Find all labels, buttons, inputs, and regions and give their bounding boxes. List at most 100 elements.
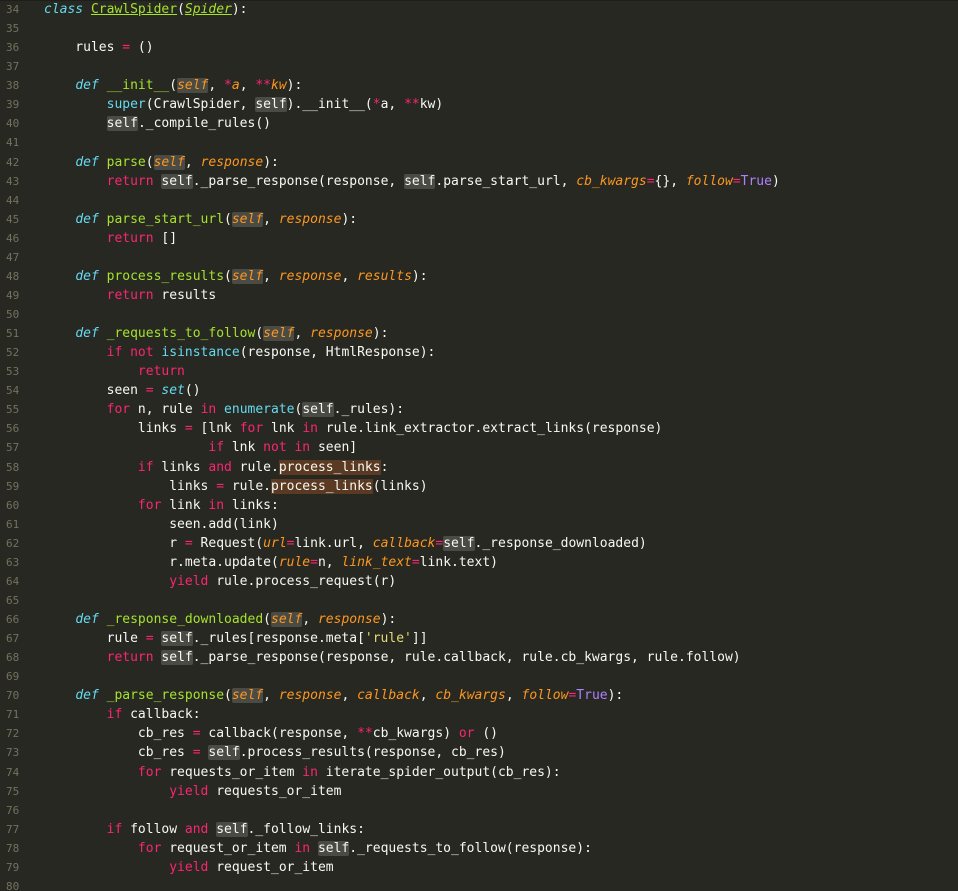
code-text[interactable]: def parse_start_url(self, response): bbox=[34, 211, 357, 227]
code-line[interactable]: 59 links = rule.process_links(links) bbox=[0, 477, 958, 496]
code-line[interactable]: 36 rules = () bbox=[0, 38, 958, 57]
code-line[interactable]: 51 def _requests_to_follow(self, respons… bbox=[0, 324, 958, 343]
code-text[interactable]: yield requests_or_item bbox=[34, 784, 341, 799]
code-line[interactable]: 50 bbox=[0, 305, 958, 324]
code-line[interactable]: 38 def __init__(self, *a, **kw): bbox=[0, 76, 958, 95]
line-number: 44 bbox=[6, 193, 20, 207]
code-line[interactable]: 69 bbox=[0, 667, 958, 686]
line-number: 58 bbox=[6, 460, 20, 474]
code-text[interactable]: for n, rule in enumerate(self._rules): bbox=[34, 402, 404, 418]
code-line[interactable]: 58 if links and rule.process_links: bbox=[0, 458, 958, 477]
line-number: 69 bbox=[6, 670, 20, 684]
code-line[interactable]: 79 yield request_or_item bbox=[0, 858, 958, 877]
code-line[interactable]: 41 bbox=[0, 133, 958, 152]
code-token: url bbox=[263, 535, 287, 551]
code-line[interactable]: 55 for n, rule in enumerate(self._rules)… bbox=[0, 400, 958, 419]
code-line[interactable]: 54 seen = set() bbox=[0, 381, 958, 400]
code-line[interactable]: 74 for requests_or_item in iterate_spide… bbox=[0, 763, 958, 782]
code-text[interactable]: self._compile_rules() bbox=[34, 116, 271, 132]
code-text[interactable]: r.meta.update(rule=n, link_text=link.tex… bbox=[34, 555, 498, 570]
code-line[interactable]: 39 super(CrawlSpider, self).__init__(*a,… bbox=[0, 95, 958, 114]
code-token: a bbox=[231, 78, 240, 94]
code-text[interactable]: seen = set() bbox=[34, 383, 201, 398]
code-line[interactable]: 76 bbox=[0, 801, 958, 820]
code-text[interactable]: cb_res = callback(response, **cb_kwargs)… bbox=[34, 726, 498, 741]
code-line[interactable]: 53 return bbox=[0, 362, 958, 381]
code-line[interactable]: 73 cb_res = self.process_results(respons… bbox=[0, 743, 958, 762]
code-text[interactable]: super(CrawlSpider, self).__init__(*a, **… bbox=[34, 97, 443, 113]
code-text[interactable]: if links and rule.process_links: bbox=[34, 459, 388, 475]
code-line[interactable]: 63 r.meta.update(rule=n, link_text=link.… bbox=[0, 553, 958, 572]
code-line[interactable]: 47 bbox=[0, 248, 958, 267]
code-line[interactable]: 75 yield requests_or_item bbox=[0, 782, 958, 801]
code-line[interactable]: 78 for request_or_item in self._requests… bbox=[0, 839, 958, 858]
code-text[interactable]: if not isinstance(response, HtmlResponse… bbox=[34, 345, 436, 360]
code-line[interactable]: 44 bbox=[0, 191, 958, 210]
code-line[interactable]: 46 return [] bbox=[0, 229, 958, 248]
code-text[interactable]: r = Request(url=link.url, callback=self.… bbox=[34, 535, 647, 551]
code-line[interactable]: 61 seen.add(link) bbox=[0, 515, 958, 534]
code-text[interactable]: def __init__(self, *a, **kw): bbox=[34, 78, 302, 94]
code-text[interactable]: yield request_or_item bbox=[34, 859, 333, 875]
code-text[interactable]: return self._parse_response(response, ru… bbox=[34, 650, 741, 666]
code-line[interactable]: 45 def parse_start_url(self, response): bbox=[0, 210, 958, 229]
code-text[interactable]: def _requests_to_follow(self, response): bbox=[34, 326, 388, 342]
code-lines[interactable]: 34 class CrawlSpider(Spider): 35 36 rules =… bbox=[0, 0, 958, 891]
code-line[interactable]: 67 rule = self._rules[response.meta['rul… bbox=[0, 629, 958, 648]
code-token: yield bbox=[169, 859, 209, 875]
code-line[interactable]: 70 def _parse_response(self, response, c… bbox=[0, 686, 958, 705]
code-token: parse bbox=[106, 154, 146, 170]
code-token: self bbox=[177, 78, 209, 94]
code-line[interactable]: 62 r = Request(url=link.url, callback=se… bbox=[0, 534, 958, 553]
code-text[interactable]: for link in links: bbox=[34, 498, 279, 513]
code-text[interactable]: yield rule.process_request(r) bbox=[34, 574, 396, 589]
code-text[interactable]: def parse(self, response): bbox=[34, 154, 279, 170]
code-text[interactable]: class CrawlSpider(Spider): bbox=[34, 2, 248, 17]
code-text[interactable]: if callback: bbox=[34, 707, 201, 722]
code-line[interactable]: 77 if follow and self._follow_links: bbox=[0, 820, 958, 839]
code-token: self bbox=[443, 535, 475, 551]
code-line[interactable]: 65 bbox=[0, 591, 958, 610]
code-editor[interactable]: 34 class CrawlSpider(Spider): 35 36 rules =… bbox=[0, 0, 958, 891]
code-text[interactable]: rules = () bbox=[34, 40, 153, 55]
code-line[interactable]: 57 if lnk not in seen] bbox=[0, 438, 958, 457]
code-text[interactable]: return bbox=[34, 364, 185, 379]
code-line[interactable]: 60 for link in links: bbox=[0, 496, 958, 515]
code-line[interactable]: 52 if not isinstance(response, HtmlRespo… bbox=[0, 343, 958, 362]
code-line[interactable]: 48 def process_results(self, response, r… bbox=[0, 267, 958, 286]
code-line[interactable]: 68 return self._parse_response(response,… bbox=[0, 648, 958, 667]
code-line[interactable]: 40 self._compile_rules() bbox=[0, 114, 958, 133]
code-text[interactable]: seen.add(link) bbox=[34, 517, 279, 532]
code-line[interactable]: 34 class CrawlSpider(Spider): bbox=[0, 0, 958, 19]
code-text[interactable]: return [] bbox=[34, 231, 177, 246]
code-text[interactable]: return self._parse_response(response, se… bbox=[34, 173, 780, 189]
code-text[interactable]: for requests_or_item in iterate_spider_o… bbox=[34, 765, 561, 780]
code-text[interactable]: def process_results(self, response, resu… bbox=[34, 268, 428, 284]
code-line[interactable]: 37 bbox=[0, 57, 958, 76]
code-token: def bbox=[75, 688, 99, 704]
code-line[interactable]: 43 return self._parse_response(response,… bbox=[0, 172, 958, 191]
code-text[interactable]: return results bbox=[34, 288, 217, 303]
code-text[interactable]: for request_or_item in self._requests_to… bbox=[34, 840, 592, 856]
code-line[interactable]: 35 bbox=[0, 19, 958, 38]
code-text[interactable]: links = rule.process_links(links) bbox=[34, 478, 428, 494]
code-token: enumerate bbox=[224, 402, 295, 418]
code-token: response bbox=[317, 612, 381, 628]
code-text[interactable]: if lnk not in seen] bbox=[34, 440, 357, 455]
code-line[interactable]: 72 cb_res = callback(response, **cb_kwar… bbox=[0, 724, 958, 743]
code-text[interactable]: rule = self._rules[response.meta['rule']… bbox=[34, 631, 428, 647]
code-line[interactable]: 49 return results bbox=[0, 286, 958, 305]
code-text[interactable]: if follow and self._follow_links: bbox=[34, 821, 365, 837]
code-line[interactable]: 71 if callback: bbox=[0, 705, 958, 724]
code-line[interactable]: 64 yield rule.process_request(r) bbox=[0, 572, 958, 591]
line-number: 67 bbox=[6, 632, 20, 646]
code-token: def bbox=[75, 326, 99, 342]
code-line[interactable]: 80 bbox=[0, 877, 958, 891]
code-line[interactable]: 56 links = [lnk for lnk in rule.link_ext… bbox=[0, 419, 958, 438]
code-text[interactable]: def _response_downloaded(self, response)… bbox=[34, 612, 396, 628]
code-line[interactable]: 66 def _response_downloaded(self, respon… bbox=[0, 610, 958, 629]
code-text[interactable]: def _parse_response(self, response, call… bbox=[34, 688, 623, 704]
code-line[interactable]: 42 def parse(self, response): bbox=[0, 153, 958, 172]
code-text[interactable]: cb_res = self.process_results(response, … bbox=[34, 745, 506, 761]
code-text[interactable]: links = [lnk for lnk in rule.link_extrac… bbox=[34, 421, 662, 436]
